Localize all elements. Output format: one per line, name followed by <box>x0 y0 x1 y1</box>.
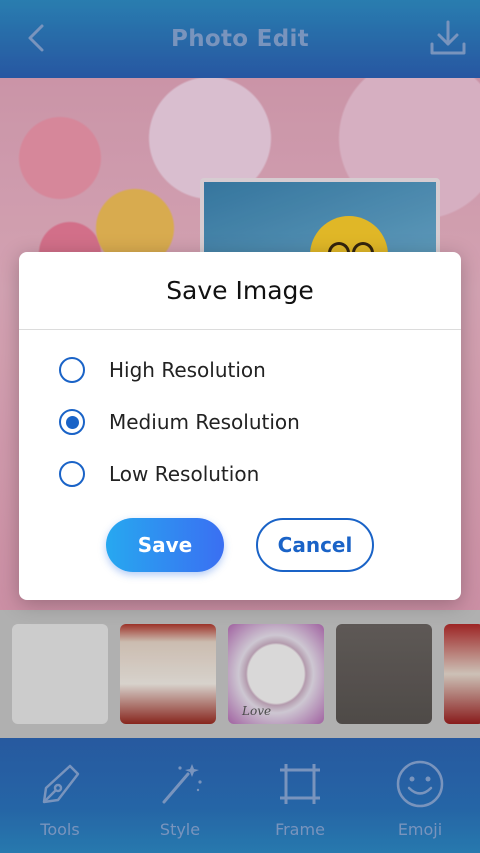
option-medium-resolution[interactable]: Medium Resolution <box>19 396 461 448</box>
option-high-resolution[interactable]: High Resolution <box>19 344 461 396</box>
option-label: Medium Resolution <box>109 410 300 434</box>
option-low-resolution[interactable]: Low Resolution <box>19 448 461 500</box>
radio-low[interactable] <box>59 461 85 487</box>
dialog-actions: Save Cancel <box>19 518 461 572</box>
save-button[interactable]: Save <box>106 518 224 572</box>
option-label: High Resolution <box>109 358 266 382</box>
radio-medium[interactable] <box>59 409 85 435</box>
option-label: Low Resolution <box>109 462 260 486</box>
save-image-dialog: Save Image High Resolution Medium Resolu… <box>19 252 461 600</box>
resolution-options: High Resolution Medium Resolution Low Re… <box>19 330 461 500</box>
cancel-button[interactable]: Cancel <box>256 518 374 572</box>
radio-high[interactable] <box>59 357 85 383</box>
dialog-title: Save Image <box>19 252 461 330</box>
